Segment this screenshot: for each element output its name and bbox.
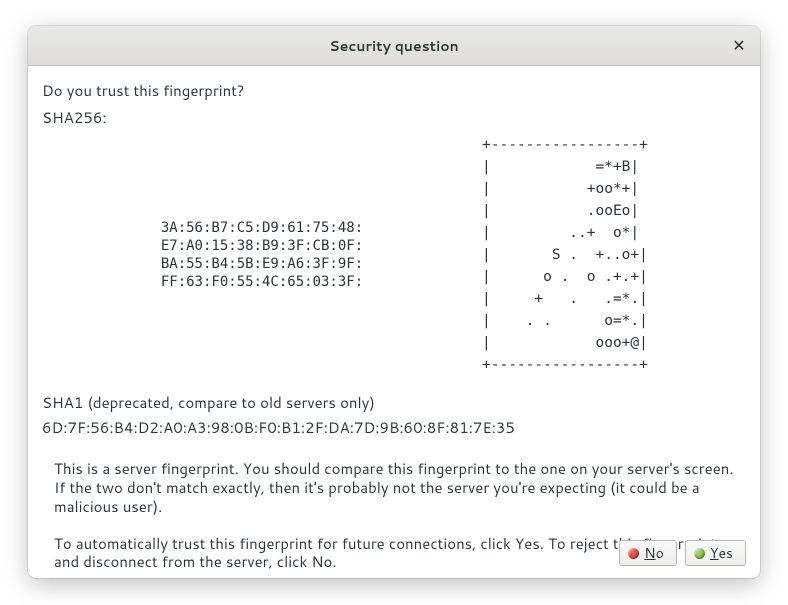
sha1-label: SHA1 (deprecated, compare to old servers… [42, 392, 746, 413]
sha256-hex: 3A:56:B7:C5:D9:61:75:48: E7:A0:15:38:B9:… [42, 134, 482, 376]
dialog-content: Do you trust this fingerprint? SHA256: 3… [28, 66, 760, 578]
trust-prompt: Do you trust this fingerprint? [42, 80, 746, 101]
sha256-label: SHA256: [42, 107, 746, 128]
window-title: Security question [329, 36, 458, 56]
no-button[interactable]: No [619, 540, 677, 566]
explanation-p1: This is a server fingerprint. You should… [54, 460, 738, 516]
stop-icon [628, 548, 639, 559]
close-icon[interactable]: ✕ [724, 30, 754, 60]
sha256-randomart: +-----------------+ | =*+B| | +oo*+| | .… [482, 134, 648, 376]
titlebar: Security question ✕ [28, 26, 760, 66]
yes-button[interactable]: Yes [685, 540, 746, 566]
sha1-value: 6D:7F:56:B4:D2:A0:A3:98:0B:F0:B1:2F:DA:7… [42, 417, 746, 438]
button-bar: No Yes [619, 540, 746, 566]
sha256-fingerprint-row: 3A:56:B7:C5:D9:61:75:48: E7:A0:15:38:B9:… [42, 134, 746, 376]
dialog-window: Security question ✕ Do you trust this fi… [28, 26, 760, 578]
go-icon [694, 548, 705, 559]
no-button-label: No [644, 543, 664, 563]
yes-button-label: Yes [710, 543, 733, 563]
